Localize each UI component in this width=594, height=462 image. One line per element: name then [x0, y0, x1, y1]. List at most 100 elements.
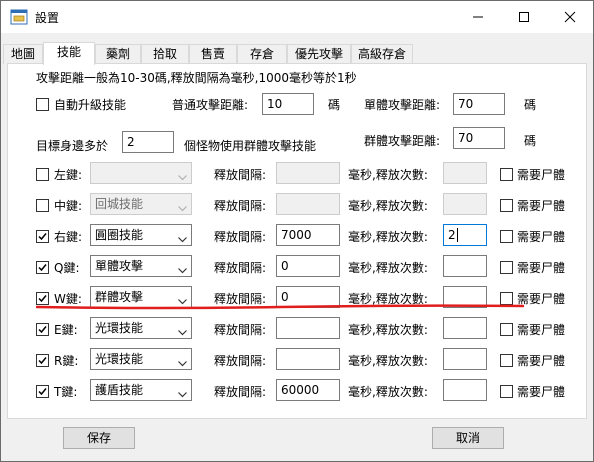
corpse-checkbox[interactable] — [500, 261, 513, 274]
key-label: W鍵: — [54, 292, 82, 306]
skills-panel: 攻擊距離一般為10-30碼,釋放間隔為毫秒,1000毫秒等於1秒 自動升級技能 … — [7, 63, 587, 419]
tab-priority-attack[interactable]: 優先攻擊 — [287, 44, 351, 64]
count-input[interactable]: 2 — [443, 224, 487, 246]
skill-dropdown[interactable]: 光環技能 — [90, 317, 192, 339]
key-checkbox[interactable] — [36, 168, 49, 181]
window-title: 設置 — [35, 11, 60, 25]
key-label: 中鍵: — [54, 199, 83, 213]
cancel-button[interactable]: 取消 — [432, 427, 504, 449]
auto-upgrade-label: 自動升級技能 — [54, 98, 127, 112]
chevron-down-icon — [178, 294, 187, 307]
interval-input[interactable] — [276, 348, 340, 370]
key-checkbox[interactable] — [36, 323, 49, 336]
checkmark-icon — [38, 295, 47, 303]
chevron-down-icon — [178, 232, 187, 245]
tab-map[interactable]: 地圖 — [3, 44, 43, 64]
group-range-input[interactable]: 70 — [453, 127, 505, 149]
interval-label: 釋放間隔: — [214, 168, 267, 182]
auto-upgrade-checkbox[interactable] — [36, 98, 49, 111]
corpse-label: 需要尸體 — [517, 168, 566, 182]
count-input[interactable] — [443, 255, 487, 277]
corpse-label: 需要尸體 — [517, 292, 566, 306]
key-label: T鍵: — [54, 385, 78, 399]
minimize-button[interactable] — [455, 1, 501, 33]
interval-input[interactable]: 7000 — [276, 224, 340, 246]
maximize-button[interactable] — [501, 1, 547, 33]
group-range-label: 群體攻擊距離: — [364, 134, 441, 148]
corpse-checkbox[interactable] — [500, 292, 513, 305]
interval-input[interactable]: 0 — [276, 286, 340, 308]
key-checkbox[interactable] — [36, 354, 49, 367]
count-label: 毫秒,釋放次數: — [348, 261, 428, 275]
interval-label: 釋放間隔: — [214, 385, 267, 399]
interval-input[interactable] — [276, 162, 340, 184]
corpse-label: 需要尸體 — [517, 261, 566, 275]
corpse-checkbox[interactable] — [500, 199, 513, 212]
skill-dropdown[interactable]: 回城技能 — [90, 193, 192, 215]
key-label: Q鍵: — [54, 261, 80, 275]
close-icon — [564, 11, 576, 23]
count-label: 毫秒,釋放次數: — [348, 323, 428, 337]
close-button[interactable] — [547, 1, 593, 33]
key-checkbox[interactable] — [36, 199, 49, 212]
count-input[interactable] — [443, 193, 487, 215]
checkmark-icon — [38, 357, 47, 365]
interval-label: 釋放間隔: — [214, 354, 267, 368]
tab-advanced-storage[interactable]: 高級存倉 — [351, 44, 413, 64]
skill-dropdown[interactable]: 單體攻擊 — [90, 255, 192, 277]
key-checkbox[interactable] — [36, 261, 49, 274]
skill-dropdown-value: 群體攻擊 — [95, 290, 144, 304]
tab-strip: 地圖 技能 藥劑 拾取 售賣 存倉 優先攻擊 高級存倉 — [1, 42, 593, 65]
corpse-label: 需要尸體 — [517, 323, 566, 337]
interval-input[interactable]: 60000 — [276, 379, 340, 401]
save-button[interactable]: 保存 — [63, 427, 135, 449]
corpse-label: 需要尸體 — [517, 354, 566, 368]
tab-skills[interactable]: 技能 — [43, 42, 95, 65]
corpse-checkbox[interactable] — [500, 168, 513, 181]
single-range-input[interactable]: 70 — [453, 93, 505, 115]
interval-input[interactable] — [276, 193, 340, 215]
key-checkbox[interactable] — [36, 385, 49, 398]
count-input[interactable] — [443, 286, 487, 308]
count-label: 毫秒,釋放次數: — [348, 199, 428, 213]
tab-storage[interactable]: 存倉 — [237, 44, 287, 64]
tab-pickup[interactable]: 拾取 — [141, 44, 189, 64]
interval-input[interactable] — [276, 317, 340, 339]
key-checkbox[interactable] — [36, 292, 49, 305]
corpse-checkbox[interactable] — [500, 354, 513, 367]
count-input[interactable] — [443, 348, 487, 370]
tab-sell[interactable]: 售賣 — [189, 44, 237, 64]
count-input[interactable] — [443, 317, 487, 339]
count-label: 毫秒,釋放次數: — [348, 354, 428, 368]
corpse-checkbox[interactable] — [500, 230, 513, 243]
chevron-down-icon — [178, 325, 187, 338]
chevron-down-icon — [178, 356, 187, 369]
skill-dropdown[interactable]: 圓圈技能 — [90, 224, 192, 246]
key-checkbox[interactable] — [36, 230, 49, 243]
checkmark-icon — [38, 326, 47, 334]
skill-dropdown[interactable] — [90, 162, 192, 184]
skill-dropdown[interactable]: 群體攻擊 — [90, 286, 192, 308]
corpse-label: 需要尸體 — [517, 230, 566, 244]
normal-range-label: 普通攻擊距離: — [172, 98, 249, 112]
tab-potions[interactable]: 藥劑 — [95, 44, 141, 64]
info-text: 攻擊距離一般為10-30碼,釋放間隔為毫秒,1000毫秒等於1秒 — [36, 71, 357, 85]
targets-suffix: 個怪物使用群體攻擊技能 — [184, 139, 317, 153]
text-caret — [456, 228, 458, 242]
count-label: 毫秒,釋放次數: — [348, 230, 428, 244]
corpse-checkbox[interactable] — [500, 323, 513, 336]
title-bar[interactable]: 設置 — [1, 1, 593, 33]
skill-dropdown[interactable]: 光環技能 — [90, 348, 192, 370]
count-input[interactable] — [443, 379, 487, 401]
skill-dropdown-value: 護盾技能 — [95, 383, 144, 397]
checkmark-icon — [38, 388, 47, 396]
key-label: E鍵: — [54, 323, 78, 337]
corpse-checkbox[interactable] — [500, 385, 513, 398]
targets-input[interactable]: 2 — [122, 131, 174, 153]
skill-dropdown-value: 回城技能 — [95, 197, 144, 211]
checkmark-icon — [38, 233, 47, 241]
normal-range-input[interactable]: 10 — [262, 93, 314, 115]
interval-input[interactable]: 0 — [276, 255, 340, 277]
count-input[interactable] — [443, 162, 487, 184]
skill-dropdown[interactable]: 護盾技能 — [90, 379, 192, 401]
